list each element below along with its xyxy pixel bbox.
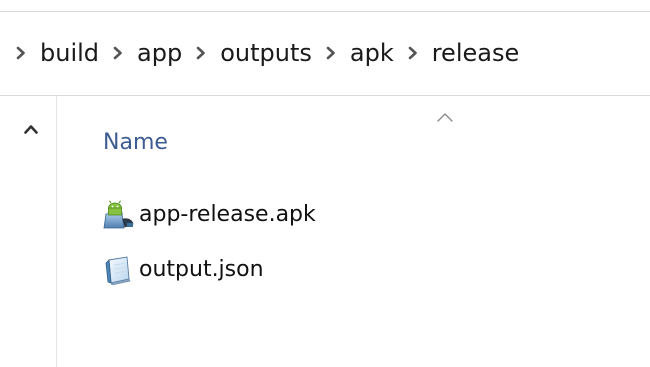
breadcrumb-item-apk[interactable]: apk bbox=[350, 33, 394, 73]
breadcrumb-item-app[interactable]: app bbox=[137, 33, 182, 73]
breadcrumb-root-chevron-icon[interactable] bbox=[14, 33, 28, 73]
sort-ascending-icon bbox=[434, 110, 456, 124]
list-item[interactable]: app-release.apk bbox=[103, 200, 623, 230]
file-list-pane: Name app-release.apk output.json bbox=[57, 96, 650, 367]
chevron-up-icon[interactable] bbox=[22, 122, 40, 136]
file-explorer-window: build app outputs apk release Name app-r… bbox=[0, 0, 650, 367]
android-apk-icon bbox=[103, 200, 137, 230]
toolbar-strip bbox=[0, 0, 650, 12]
list-item[interactable]: output.json bbox=[103, 255, 623, 285]
file-list: app-release.apk output.json bbox=[103, 200, 623, 310]
breadcrumb: build app outputs apk release bbox=[0, 33, 519, 73]
address-bar[interactable]: build app outputs apk release bbox=[0, 12, 650, 96]
column-header-name[interactable]: Name bbox=[103, 126, 168, 160]
chevron-right-icon[interactable] bbox=[406, 33, 420, 73]
chevron-right-icon[interactable] bbox=[324, 33, 338, 73]
breadcrumb-item-release[interactable]: release bbox=[432, 33, 520, 73]
breadcrumb-item-build[interactable]: build bbox=[40, 33, 99, 73]
breadcrumb-item-outputs[interactable]: outputs bbox=[220, 33, 312, 73]
navigation-pane bbox=[0, 96, 57, 367]
chevron-right-icon[interactable] bbox=[111, 33, 125, 73]
file-name: output.json bbox=[139, 257, 264, 282]
json-file-icon bbox=[103, 255, 137, 285]
file-name: app-release.apk bbox=[139, 202, 316, 227]
content-area: Name app-release.apk output.json bbox=[0, 96, 650, 367]
chevron-right-icon[interactable] bbox=[194, 33, 208, 73]
